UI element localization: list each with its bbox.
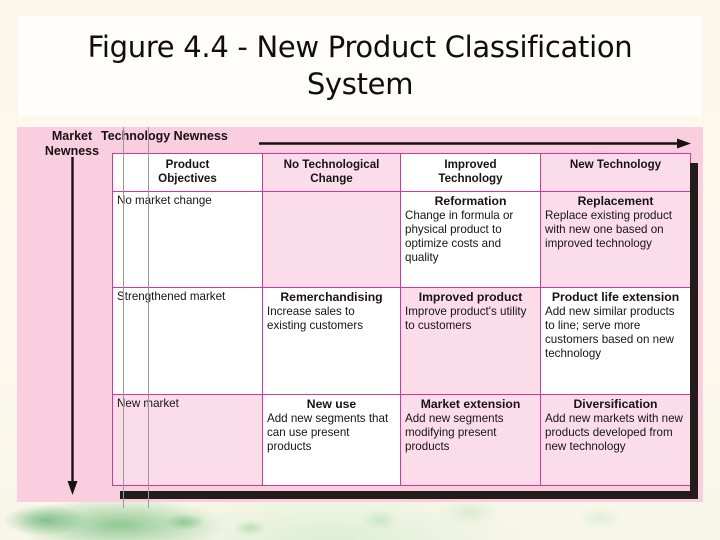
figure-panel: Market Newness Technology Newness Produc… <box>17 127 703 508</box>
slide-title-box: Figure 4.4 - New Product Classification … <box>18 16 702 116</box>
matrix-shadow-right <box>690 163 698 499</box>
column-header-line1: No Technological <box>283 158 380 171</box>
column-header-line1: Product <box>165 158 210 171</box>
column-header-line1: New Technology <box>569 158 662 171</box>
cell-improved-product: Improved product Improve product's utili… <box>400 287 541 395</box>
cell-description: Improve product's utility to customers <box>405 304 527 332</box>
cell-title: New use <box>306 397 357 411</box>
row-header-no-market-change: No market change <box>112 191 263 288</box>
table-row: Strengthened market Remerchandising Incr… <box>112 287 691 395</box>
cell-title: Product life extension <box>551 290 680 304</box>
cell-title: Remerchandising <box>280 290 383 304</box>
column-header-line1: Improved <box>444 158 497 171</box>
column-header-product-objectives: Product Objectives <box>112 153 263 192</box>
y-axis-label: Market Newness <box>33 129 111 159</box>
cell-market-extension: Market extension Add new segments modify… <box>400 394 541 486</box>
matrix-header-row: Product Objectives No Technological Chan… <box>112 153 691 192</box>
cell-replacement: Replacement Replace existing product wit… <box>540 191 691 288</box>
cell-title: Reformation <box>434 194 507 208</box>
cell-title: Improved product <box>418 290 523 304</box>
cell-description: Replace existing product with new one ba… <box>545 208 672 250</box>
cell-title: Replacement <box>577 194 654 208</box>
cell-title: Diversification <box>573 397 658 411</box>
cell-description: Add new segments that can use present pr… <box>267 411 389 453</box>
cell-title: Market extension <box>420 397 521 411</box>
cell-description: Add new markets with new products develo… <box>545 411 683 453</box>
cell-description: Increase sales to existing customers <box>267 304 364 332</box>
cell-reformation: Reformation Change in formula or physica… <box>400 191 541 288</box>
y-axis-label-line2: Newness <box>44 143 100 158</box>
cell-remerchandising: Remerchandising Increase sales to existi… <box>262 287 401 395</box>
page-title: Figure 4.4 - New Product Classification … <box>87 29 633 101</box>
column-header-no-technological-change: No Technological Change <box>262 153 401 192</box>
cell-description: Add new similar products to line; serve … <box>545 304 675 360</box>
column-header-line2: Objectives <box>158 171 217 185</box>
x-axis-label: Technology Newness <box>101 129 228 143</box>
table-row: New market New use Add new segments that… <box>112 394 691 486</box>
table-row: No market change Reformation Change in f… <box>112 191 691 288</box>
right-arrow-icon <box>259 138 691 149</box>
down-arrow-icon <box>67 157 78 495</box>
cell-no-market-change-no-tech-change <box>262 191 401 288</box>
cell-diversification: Diversification Add new markets with new… <box>540 394 691 486</box>
column-header-line2: Technology <box>438 171 503 185</box>
cell-product-life-extension: Product life extension Add new similar p… <box>540 287 691 395</box>
cell-new-use: New use Add new segments that can use pr… <box>262 394 401 486</box>
column-header-new-technology: New Technology <box>540 153 691 192</box>
column-header-line2: Change <box>310 171 353 185</box>
cell-description: Add new segments modifying present produ… <box>405 411 504 453</box>
classification-matrix: Product Objectives No Technological Chan… <box>112 153 691 486</box>
row-header-new-market: New market <box>112 394 263 486</box>
y-axis-label-line1: Market <box>51 129 93 143</box>
row-header-strengthened-market: Strengthened market <box>112 287 263 395</box>
cell-description: Change in formula or physical product to… <box>405 208 514 264</box>
matrix-shadow-bottom <box>120 491 698 499</box>
column-header-improved-technology: Improved Technology <box>400 153 541 192</box>
